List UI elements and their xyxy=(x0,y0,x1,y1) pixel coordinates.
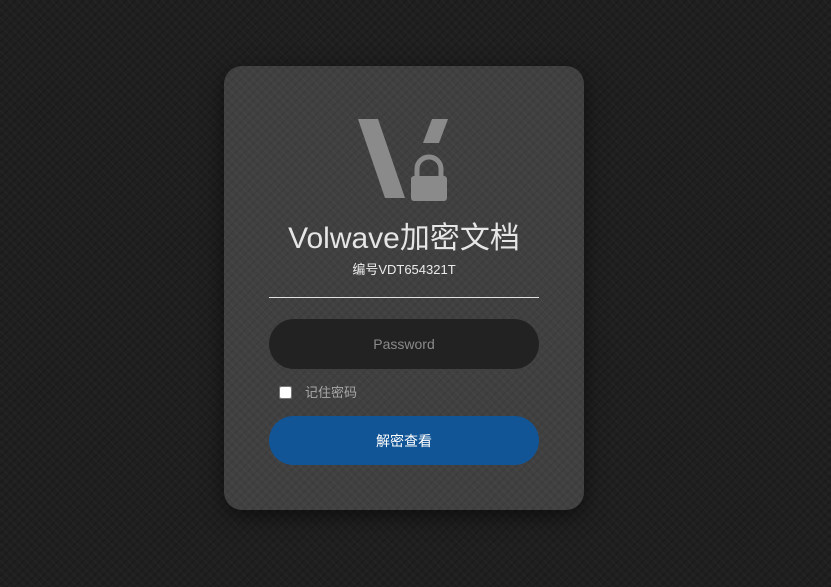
decrypt-view-button[interactable]: 解密查看 xyxy=(269,416,539,465)
document-title: Volwave加密文档 xyxy=(288,222,520,255)
login-card: Volwave加密文档 编号VDT654321T 记住密码 解密查看 xyxy=(224,66,584,510)
volwave-lock-logo-icon xyxy=(358,119,448,201)
remember-password-label[interactable]: 记住密码 xyxy=(305,384,357,402)
document-number: 编号VDT654321T xyxy=(352,262,456,277)
password-input[interactable] xyxy=(269,319,539,369)
divider xyxy=(269,297,539,298)
remember-password-checkbox[interactable] xyxy=(279,386,292,399)
